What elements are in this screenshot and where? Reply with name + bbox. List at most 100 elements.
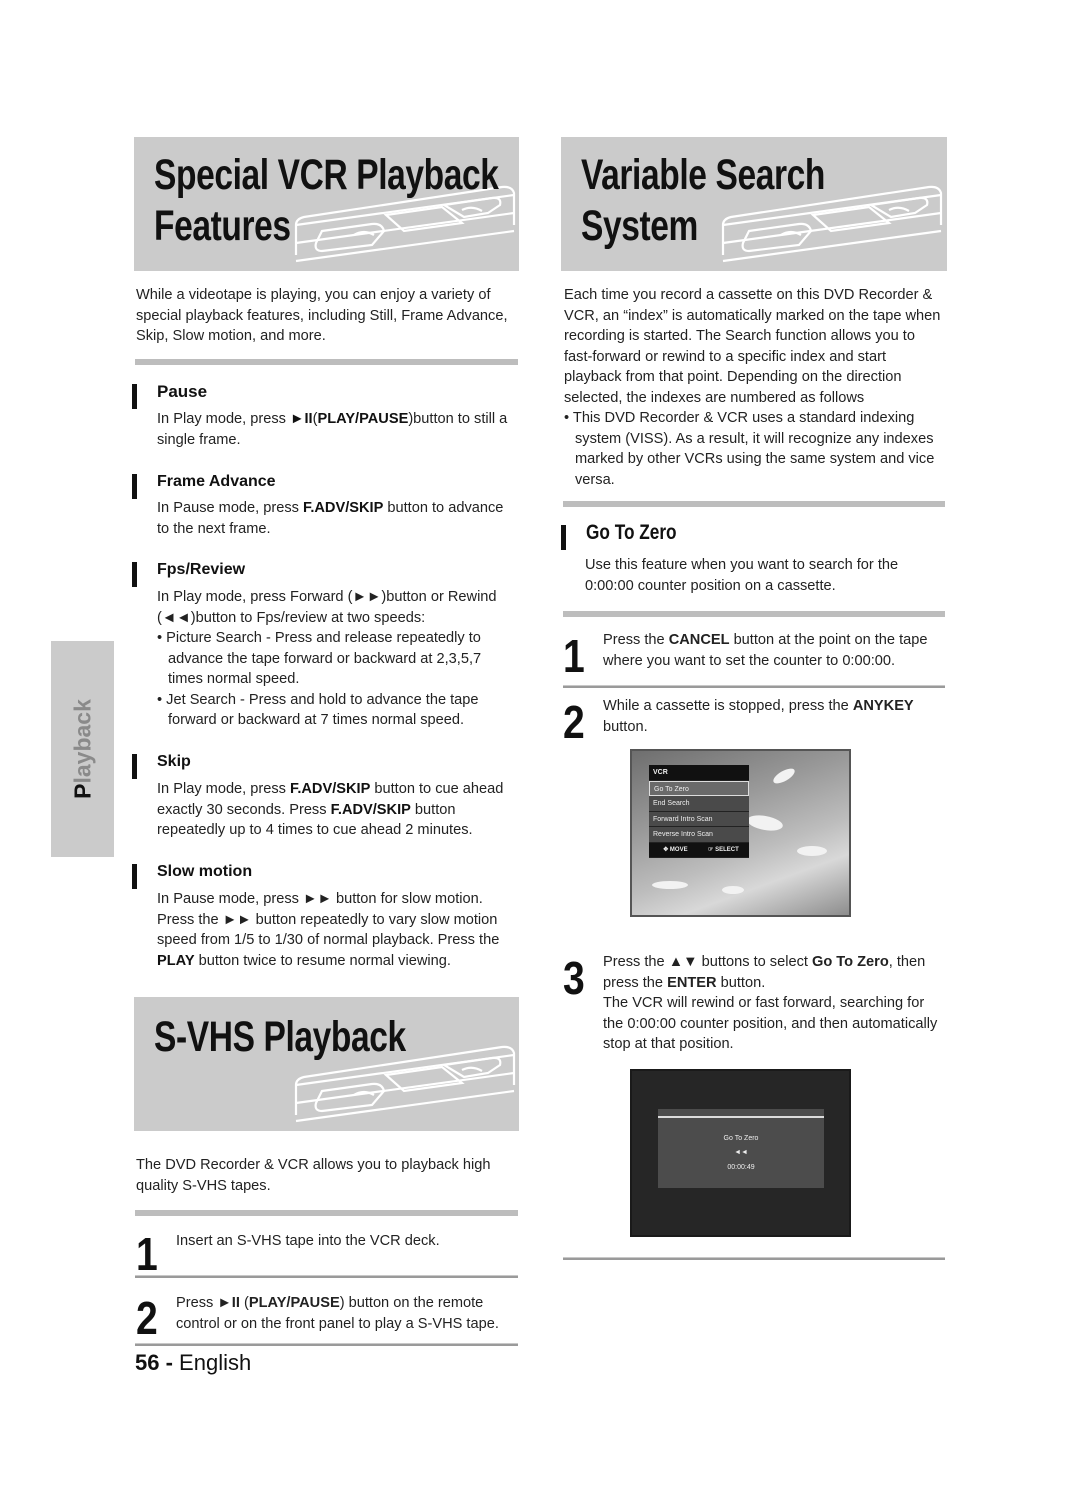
vcr-menu: VCR Go To Zero End Search Forward Intro … <box>649 765 749 858</box>
step-number: 3 <box>563 952 585 1004</box>
text: button. <box>716 974 766 991</box>
play-pause-icon: ►II <box>217 1295 240 1311</box>
bullet-item: • Picture Search - Press and release rep… <box>157 630 482 687</box>
section-end-divider <box>563 1257 945 1260</box>
status-counter: 00:00:49 <box>727 1164 755 1171</box>
move-arrows-icon: ✥ <box>663 846 670 853</box>
heading-marker <box>132 754 137 779</box>
banner-title-line-1: Variable Search <box>581 151 826 199</box>
step-text: Press the CANCEL button at the point on … <box>603 630 948 671</box>
heading-marker <box>132 562 137 587</box>
heading-marker <box>132 474 137 499</box>
step-text: Insert an S-VHS tape into the VCR deck. <box>176 1233 440 1249</box>
page-number: 56 <box>135 1350 160 1375</box>
vcr-menu-item-go-to-zero[interactable]: Go To Zero <box>649 780 749 796</box>
heading-label: Pause <box>157 382 208 401</box>
section-divider <box>563 611 945 617</box>
vcr-menu-item-reverse-intro-scan[interactable]: Reverse Intro Scan <box>649 827 749 843</box>
vcr-menu-item-forward-intro-scan[interactable]: Forward Intro Scan <box>649 811 749 827</box>
chapter-tab-label: Playback <box>69 699 96 799</box>
seagull-image <box>771 765 797 787</box>
chapter-tab-initial: P <box>69 783 95 799</box>
step-text: Press ►II (PLAY/PAUSE) button on the rem… <box>176 1293 526 1334</box>
banner-svhs-playback: S-VHS Playback <box>134 997 519 1131</box>
menu-item-name: Go To Zero <box>811 954 889 970</box>
status-title: Go To Zero <box>723 1135 759 1142</box>
text: In Play mode, press Forward (►►)button o… <box>157 589 497 626</box>
text: Press the <box>603 632 669 648</box>
section-divider <box>135 1210 518 1216</box>
vcr-menu-footer: ✥ MOVE ☞ SELECT <box>649 842 749 858</box>
section-divider <box>563 501 945 507</box>
svhs-intro: The DVD Recorder & VCR allows you to pla… <box>136 1157 491 1194</box>
button-name: ENTER <box>667 974 717 991</box>
play-pause-icon: ►II <box>290 411 313 427</box>
rewind-icon: ◄◄ <box>734 1149 748 1156</box>
select-hint: ☞ SELECT <box>708 843 739 858</box>
panel-divider <box>658 1116 824 1118</box>
skip-description: In Play mode, press F.ADV/SKIP button to… <box>157 779 522 841</box>
go-to-zero-status-screenshot: Go To Zero ◄◄ 00:00:49 <box>630 1069 851 1237</box>
button-name: F.ADV/SKIP <box>290 781 371 797</box>
step-detail: The VCR will rewind or fast forward, sea… <box>603 995 938 1052</box>
button-name: PLAY/PAUSE <box>248 1295 340 1311</box>
chapter-tab-rest: layback <box>69 699 95 784</box>
bullet-item: • Jet Search - Press and hold to advance… <box>157 691 479 729</box>
pause-description: In Play mode, press ►II(PLAY/PAUSE)butto… <box>157 409 519 450</box>
heading-marker <box>561 525 566 550</box>
text: In Pause mode, press ►► button for slow … <box>157 891 500 948</box>
text: In Play mode, press <box>157 781 291 797</box>
text: In Play mode, press <box>157 411 291 427</box>
step-number: 2 <box>136 1292 158 1344</box>
banner-special-vcr-playback: Special VCR Playback Features <box>134 137 519 271</box>
select-label: SELECT <box>715 846 739 853</box>
seagull-image <box>652 881 688 889</box>
button-name: F.ADV/SKIP <box>303 500 384 516</box>
heading-label: Go To Zero <box>586 521 677 544</box>
fps-review-description: In Play mode, press Forward (►►)button o… <box>157 587 519 731</box>
button-name: PLAY/PAUSE <box>317 411 409 427</box>
step-text: Press the ▲▼ buttons to select Go To Zer… <box>603 952 948 1055</box>
seagull-image <box>722 886 744 894</box>
button-name: CANCEL <box>668 632 730 648</box>
seagull-image <box>797 846 827 856</box>
chapter-side-tab: Playback <box>51 641 114 857</box>
heading-label: Frame Advance <box>157 473 276 490</box>
special-vcr-intro: While a videotape is playing, you can en… <box>136 287 508 344</box>
move-hint: ✥ MOVE <box>663 843 687 858</box>
step-number: 1 <box>563 630 585 682</box>
heading-label: Slow motion <box>157 863 253 880</box>
vcr-menu-header: VCR <box>649 765 749 781</box>
banner-title-line-1: Special VCR Playback <box>154 151 499 199</box>
button-name: PLAY <box>157 952 195 969</box>
heading-label: Fps/Review <box>157 561 246 578</box>
step-text: While a cassette is stopped, press the A… <box>603 696 948 737</box>
step-divider <box>563 685 945 688</box>
text: While a cassette is stopped, press the <box>603 698 853 714</box>
text: Each time you record a cassette on this … <box>564 287 941 406</box>
bullet-text: This DVD Recorder & VCR uses a standard … <box>572 410 935 488</box>
button-name: F.ADV/SKIP <box>330 801 411 818</box>
banner-title: S-VHS Playback <box>154 1013 406 1061</box>
heading-marker <box>132 864 137 889</box>
vcr-menu-item-end-search[interactable]: End Search <box>649 796 749 812</box>
banner-variable-search-system: Variable Search System <box>561 137 947 271</box>
text: button twice to resume normal viewing. <box>194 952 451 969</box>
variable-search-intro: Each time you record a cassette on this … <box>564 285 946 490</box>
text: ( <box>239 1295 249 1311</box>
text: Press <box>176 1295 218 1311</box>
vcr-menu-screenshot: VCR Go To Zero End Search Forward Intro … <box>630 749 851 917</box>
banner-title-line-2: Features <box>154 202 291 250</box>
text: In Pause mode, press <box>157 500 304 516</box>
frame-advance-description: In Pause mode, press F.ADV/SKIP button t… <box>157 498 519 539</box>
page-footer: 56 - English <box>135 1349 251 1377</box>
heading-marker <box>132 384 137 409</box>
bullet-text: Picture Search - Press and release repea… <box>166 630 482 687</box>
seagull-image <box>746 812 784 834</box>
section-divider <box>135 359 518 365</box>
page-language: English <box>179 1350 252 1375</box>
text: button. <box>603 718 648 735</box>
button-name: ANYKEY <box>852 698 914 714</box>
page-separator: - <box>159 1350 180 1375</box>
step-number: 1 <box>136 1228 158 1280</box>
